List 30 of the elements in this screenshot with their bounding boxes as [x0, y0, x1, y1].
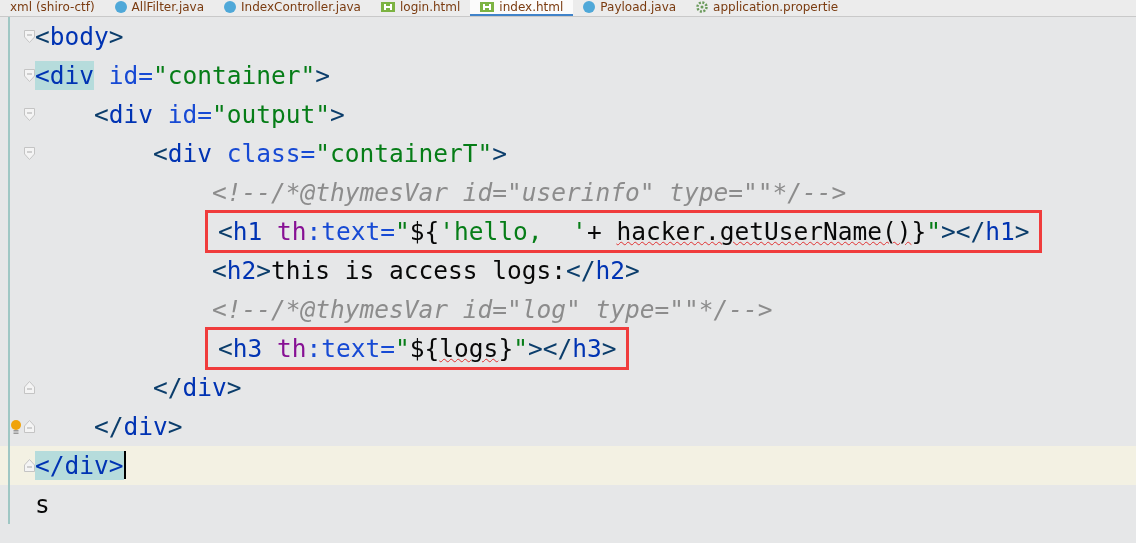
code-line: <h2>this is access logs:</h2>	[0, 251, 1136, 290]
html-file-icon	[380, 2, 395, 12]
code-line: <!--/*@thymesVar id="userinfo" type=""*/-->	[0, 173, 1136, 212]
file-tab[interactable]: AllFilter.java	[104, 0, 215, 16]
html-file-icon	[480, 2, 495, 12]
file-tab[interactable]: Payload.java	[573, 0, 687, 16]
code-line: <div class="containerT">	[0, 134, 1136, 173]
code-line: s	[0, 485, 1136, 524]
fold-icon[interactable]	[24, 381, 35, 394]
file-tab[interactable]: application.propertie	[686, 0, 849, 16]
fold-icon[interactable]	[24, 420, 35, 433]
text-cursor	[123, 451, 126, 479]
code-line: <!--/*@thymesVar id="log" type=""*/-->	[0, 290, 1136, 329]
fold-icon[interactable]	[24, 108, 35, 121]
fold-icon[interactable]	[24, 30, 35, 43]
gear-icon	[696, 1, 709, 13]
file-tab[interactable]: xml (shiro-ctf)	[0, 0, 105, 16]
code-line: <h1 th:text="${'hello, '+ hacker.getUserName()}"></h1>	[0, 212, 1136, 251]
file-tab[interactable]: IndexController.java	[214, 0, 371, 16]
fold-icon[interactable]	[24, 459, 35, 472]
code-line: <div id="output">	[0, 95, 1136, 134]
lightbulb-icon[interactable]	[10, 418, 22, 435]
code-line: <body>	[0, 17, 1136, 56]
code-line: <h3 th:text="${logs}"></h3>	[0, 329, 1136, 368]
fold-icon[interactable]	[24, 69, 35, 82]
fold-icon[interactable]	[24, 147, 35, 160]
file-tab[interactable]: index.html	[470, 0, 574, 16]
code-line: </div>	[0, 368, 1136, 407]
file-tab[interactable]: login.html	[370, 0, 471, 16]
code-line: <div id="container">	[0, 56, 1136, 95]
